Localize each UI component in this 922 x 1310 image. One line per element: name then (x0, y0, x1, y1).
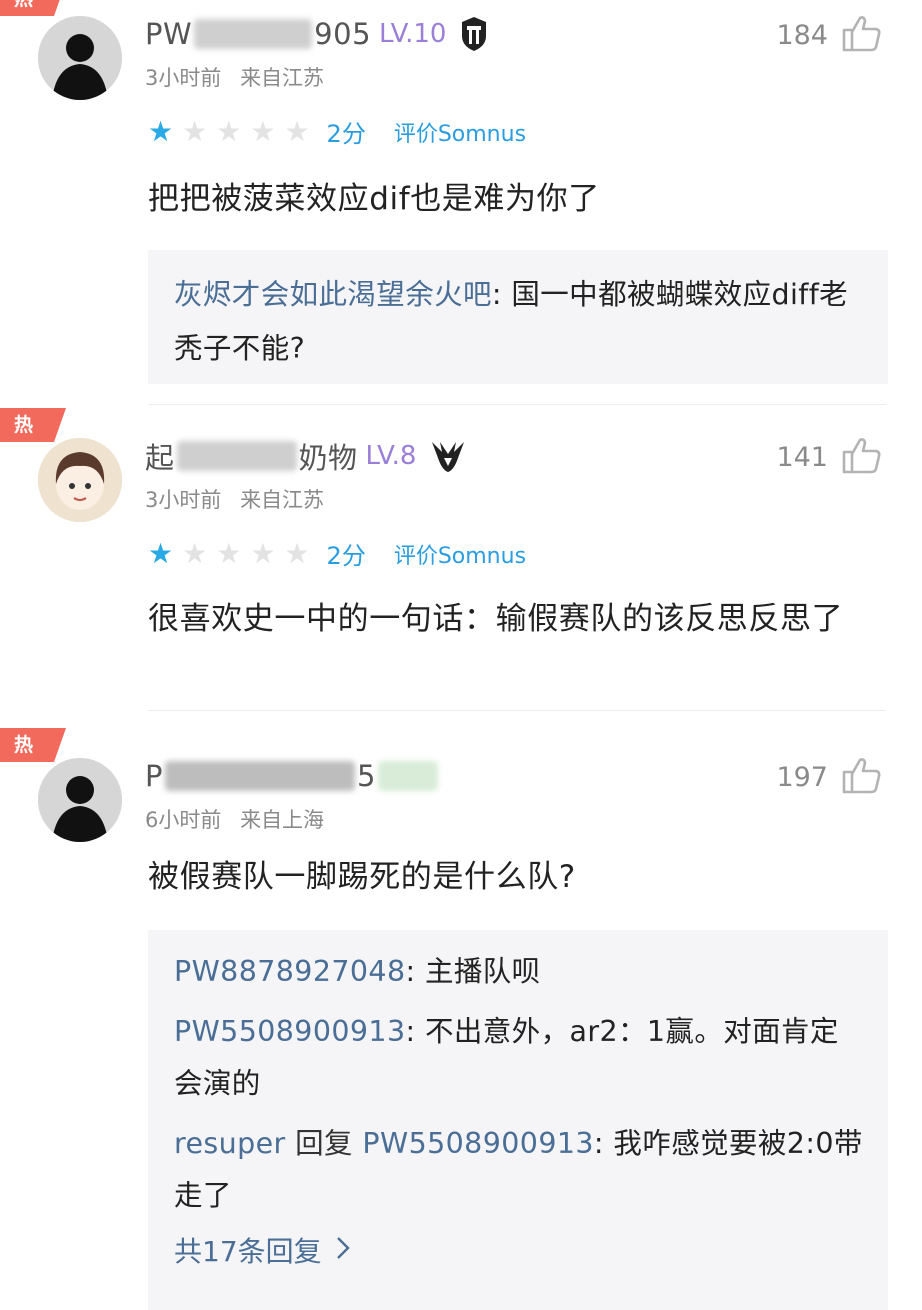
team-vitality-icon (430, 438, 466, 474)
comment-text: 把把被菠菜效应dif也是难为你了 (148, 181, 600, 217)
timestamp: 3小时前 (145, 488, 222, 512)
reply-target-username[interactable]: PW5508900913 (362, 1127, 594, 1160)
like-count: 141 (776, 441, 828, 473)
reply-text: 主播队呗 (424, 955, 541, 988)
rating-score: 2分 (326, 120, 366, 148)
star-empty-icon: ★ (284, 114, 310, 148)
location: 来自江苏 (240, 488, 325, 512)
star-empty-icon: ★ (250, 536, 276, 570)
like-button[interactable]: 141 (776, 436, 882, 478)
username[interactable]: 起 (145, 435, 175, 477)
location: 来自上海 (240, 808, 325, 832)
reply-username[interactable]: PW5508900913 (174, 1015, 406, 1048)
username[interactable]: PW (145, 17, 192, 51)
star-filled-icon: ★ (148, 114, 174, 148)
username-row[interactable]: 起 奶物 LV.8 (145, 436, 466, 476)
reply-item[interactable]: 灰烬才会如此渴望余火吧: 国一中都被蝴蝶效应diff老秃子不能? (174, 268, 864, 376)
username-suffix[interactable]: 奶物 (299, 435, 358, 477)
redacted-username (176, 441, 297, 471)
reply-item[interactable]: PW8878927048: 主播队呗 (174, 946, 864, 998)
comment-1: 热 PW 905 LV.10 3小时前 来自江苏 184 (0, 0, 922, 405)
star-empty-icon: ★ (284, 536, 310, 570)
comment-meta: 3小时前 来自江苏 (145, 62, 324, 92)
reply-verb: 回复 (285, 1127, 363, 1160)
reply-separator: : (405, 955, 425, 988)
timestamp: 6小时前 (145, 808, 222, 832)
rating-score: 2分 (326, 542, 366, 570)
rating-target[interactable]: 评价Somnus (394, 116, 526, 148)
hot-badge: 热 (0, 0, 66, 16)
rating-row: ★ ★ ★ ★ ★ 2分 评价Somnus (148, 114, 526, 149)
star-empty-icon: ★ (182, 536, 208, 570)
thumbs-up-icon (842, 436, 882, 478)
reply-item[interactable]: PW5508900913: 不出意外，ar2：1赢。对面肯定会演的 (174, 1006, 864, 1110)
star-empty-icon: ★ (250, 114, 276, 148)
avatar[interactable] (38, 758, 122, 842)
hot-badge: 热 (0, 408, 66, 442)
reply-item[interactable]: resuper 回复 PW5508900913: 我咋感觉要被2:0带走了 (174, 1118, 864, 1222)
thumbs-up-icon (842, 756, 882, 798)
username-suffix[interactable]: 905 (314, 17, 371, 51)
chevron-right-icon (322, 1234, 350, 1267)
rating-row: ★ ★ ★ ★ ★ 2分 评价Somnus (148, 536, 526, 571)
thumbs-up-icon (842, 14, 882, 56)
like-count: 197 (776, 761, 828, 793)
reply-box[interactable]: PW8878927048: 主播队呗 PW5508900913: 不出意外，ar… (148, 930, 888, 1310)
gen-g-icon (460, 16, 488, 52)
username[interactable]: P (145, 759, 163, 793)
comment-meta: 6小时前 来自上海 (145, 804, 324, 834)
comment-text: 很喜欢史一中的一句话：输假赛队的该反思反思了 (148, 601, 844, 637)
reply-separator: : (491, 278, 512, 311)
avatar[interactable] (38, 438, 122, 522)
like-button[interactable]: 197 (776, 756, 882, 798)
like-button[interactable]: 184 (776, 14, 882, 56)
redacted-username (194, 19, 313, 49)
reply-username[interactable]: resuper (174, 1127, 286, 1160)
redacted-username (377, 761, 438, 791)
timestamp: 3小时前 (145, 66, 222, 90)
avatar[interactable] (38, 16, 122, 100)
username-row[interactable]: PW 905 LV.10 (145, 14, 488, 54)
star-empty-icon: ★ (182, 114, 208, 148)
divider (148, 404, 886, 405)
star-empty-icon: ★ (216, 536, 242, 570)
like-count: 184 (776, 19, 828, 51)
location: 来自江苏 (240, 66, 325, 90)
reply-username[interactable]: 灰烬才会如此渴望余火吧 (174, 278, 492, 311)
hot-badge: 热 (0, 728, 66, 762)
reply-username[interactable]: PW8878927048 (174, 955, 406, 988)
comment-meta: 3小时前 来自江苏 (145, 484, 324, 514)
reply-separator: : (593, 1127, 614, 1160)
user-level-badge: LV.10 (379, 19, 447, 49)
username-row[interactable]: P 5 (145, 756, 440, 796)
reply-box[interactable]: 灰烬才会如此渴望余火吧: 国一中都被蝴蝶效应diff老秃子不能? (148, 250, 888, 384)
reply-separator: : (405, 1015, 425, 1048)
more-replies-label[interactable]: 共17条回复 (174, 1230, 322, 1270)
rating-target[interactable]: 评价Somnus (394, 538, 526, 570)
star-filled-icon: ★ (148, 536, 174, 570)
comment-3: 热 P 5 6小时前 来自上海 197 被假赛队一脚踢死的是什么队? PW887… (0, 728, 922, 1310)
redacted-username (165, 761, 355, 791)
username-suffix[interactable]: 5 (357, 759, 376, 793)
more-replies-link[interactable]: 共17条回复 (174, 1230, 864, 1290)
comment-2: 热 起 奶物 LV.8 3小时前 来自江苏 141 ★ ★ ★ ★ ★ 2分 评… (0, 408, 922, 711)
comment-text: 被假赛队一脚踢死的是什么队? (148, 859, 576, 895)
star-empty-icon: ★ (216, 114, 242, 148)
user-level-badge: LV.8 (365, 441, 417, 471)
divider (148, 710, 886, 711)
